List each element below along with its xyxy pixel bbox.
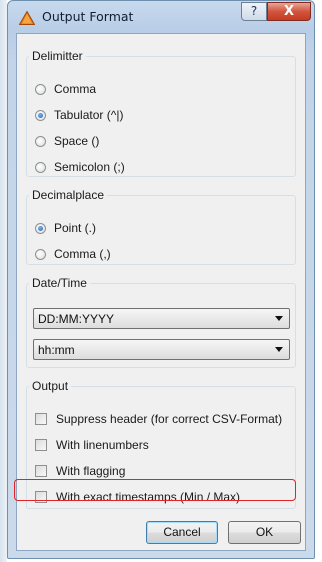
checkbox[interactable] xyxy=(35,439,47,451)
checkbox-label: With linenumbers xyxy=(56,438,149,452)
radio-decimal-comma[interactable]: Comma (,) xyxy=(35,247,111,261)
radio-button[interactable] xyxy=(35,83,46,95)
radio-button[interactable] xyxy=(35,248,46,260)
time-format-select[interactable]: hh:mm xyxy=(33,339,290,360)
radio-label: Comma (,) xyxy=(54,247,111,261)
checkbox[interactable] xyxy=(35,465,47,477)
background-strip xyxy=(0,0,7,562)
checkbox-flagging[interactable]: With flagging xyxy=(35,464,125,478)
title-bar[interactable]: Output Format ? X xyxy=(8,1,314,31)
dialog-client-area: Delimitter Comma Tabulator (^|) Space ()… xyxy=(16,33,306,551)
radio-button-selected[interactable] xyxy=(35,222,46,234)
window-title: Output Format xyxy=(42,9,134,24)
radio-label: Tabulator (^|) xyxy=(54,108,124,122)
radio-label: Space () xyxy=(54,134,100,148)
highlight-annotation xyxy=(14,479,296,501)
radio-comma[interactable]: Comma xyxy=(35,82,96,96)
delimitter-legend: Delimitter xyxy=(32,49,83,63)
checkbox-linenumbers[interactable]: With linenumbers xyxy=(35,438,149,452)
radio-space[interactable]: Space () xyxy=(35,134,99,148)
app-warning-triangle-icon xyxy=(19,11,35,25)
radio-button-selected[interactable] xyxy=(35,109,46,121)
datetime-legend: Date/Time xyxy=(32,276,87,290)
output-format-dialog: Output Format ? X Delimitter Comma Tabul… xyxy=(7,0,315,559)
output-legend: Output xyxy=(32,379,69,393)
radio-button[interactable] xyxy=(35,161,46,173)
ok-button[interactable]: OK xyxy=(228,521,301,544)
help-button[interactable]: ? xyxy=(241,2,267,21)
radio-button[interactable] xyxy=(35,135,46,147)
cancel-button[interactable]: Cancel xyxy=(146,521,218,544)
checkbox-label: With flagging xyxy=(56,464,126,478)
checkbox-label: Suppress header (for correct CSV-Format) xyxy=(56,412,283,426)
checkbox[interactable] xyxy=(35,413,47,425)
radio-label: Comma xyxy=(54,82,97,96)
decimalplace-legend: Decimalplace xyxy=(32,188,105,202)
chevron-down-icon[interactable] xyxy=(275,316,283,321)
radio-point[interactable]: Point (.) xyxy=(35,221,96,235)
delimitter-group: Delimitter Comma Tabulator (^|) Space ()… xyxy=(26,49,296,177)
radio-label: Semicolon (;) xyxy=(54,160,125,174)
checkbox-suppress-header[interactable]: Suppress header (for correct CSV-Format) xyxy=(35,412,282,426)
radio-label: Point (.) xyxy=(54,221,97,235)
date-format-value: DD:MM:YYYY xyxy=(38,311,115,326)
radio-tabulator[interactable]: Tabulator (^|) xyxy=(35,108,123,122)
close-button[interactable]: X xyxy=(267,2,311,21)
time-format-value: hh:mm xyxy=(38,342,75,357)
radio-semicolon[interactable]: Semicolon (;) xyxy=(35,160,125,174)
chevron-down-icon[interactable] xyxy=(275,347,283,352)
datetime-group: Date/Time DD:MM:YYYY hh:mm xyxy=(26,276,296,368)
date-format-select[interactable]: DD:MM:YYYY xyxy=(33,308,290,329)
decimalplace-group: Decimalplace Point (.) Comma (,) xyxy=(26,188,296,265)
